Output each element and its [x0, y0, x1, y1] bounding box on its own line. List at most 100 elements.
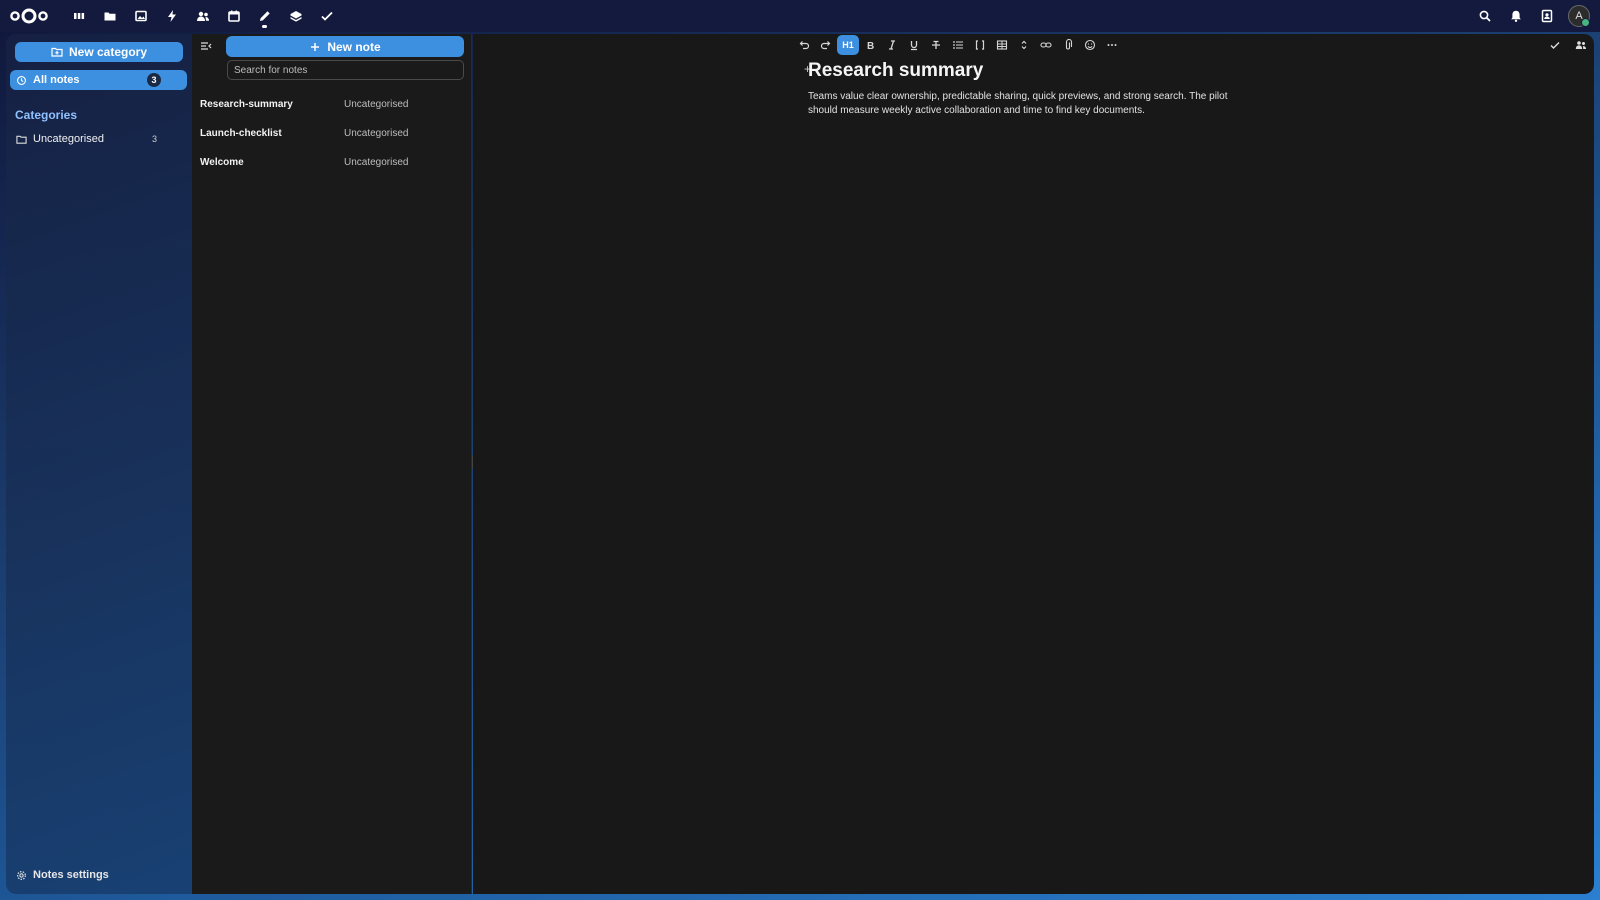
note-list-item[interactable]: Launch-checklist Uncategorised — [200, 121, 464, 145]
emoji-button[interactable] — [1079, 35, 1101, 55]
bolt-icon — [167, 10, 176, 22]
folder-icon — [16, 135, 27, 144]
activity-app[interactable] — [156, 0, 187, 32]
undo-icon — [799, 41, 810, 50]
redo-icon — [820, 41, 831, 50]
bell-icon — [1510, 10, 1521, 22]
users-icon — [1575, 41, 1586, 49]
editor-status-icons — [1542, 34, 1594, 56]
stack-icon — [290, 11, 301, 22]
heading-button[interactable]: H1 — [837, 35, 859, 55]
bold-button[interactable]: B — [859, 35, 881, 55]
table-icon — [996, 40, 1008, 50]
notes-settings-label: Notes settings — [33, 869, 109, 881]
note-editor: H1 B + Research summary Teams value clea… — [473, 34, 1594, 894]
address-book-icon — [1541, 9, 1552, 23]
contacts-icon — [196, 11, 209, 21]
svg-text:B: B — [867, 41, 874, 51]
saved-status-button[interactable] — [1542, 35, 1568, 55]
note-title: Research-summary — [200, 98, 293, 110]
table-button[interactable] — [991, 35, 1013, 55]
nextcloud-logo-icon[interactable] — [9, 6, 49, 26]
category-label: Uncategorised — [33, 133, 104, 145]
category-count: 3 — [151, 134, 157, 144]
redo-button[interactable] — [815, 35, 837, 55]
new-category-label: New category — [68, 45, 148, 59]
collapse-button[interactable] — [1013, 35, 1035, 55]
files-app[interactable] — [94, 0, 125, 32]
photos-app[interactable] — [125, 0, 156, 32]
note-title: Launch-checklist — [200, 127, 282, 139]
app-menu — [63, 0, 342, 32]
image-icon — [134, 10, 147, 22]
notifications-button[interactable] — [1500, 0, 1531, 32]
search-notes-input[interactable] — [227, 60, 464, 80]
unified-search-button[interactable] — [1469, 0, 1500, 32]
note-category: Uncategorised — [344, 156, 409, 168]
check-icon — [1550, 42, 1560, 49]
all-notes-item[interactable]: All notes 3 — [10, 70, 187, 90]
folder-icon — [104, 12, 115, 21]
new-note-button[interactable]: New note — [226, 36, 464, 57]
italic-button[interactable] — [881, 35, 903, 55]
underline-icon — [910, 41, 918, 51]
notes-app[interactable] — [249, 0, 280, 32]
top-bar: A — [0, 0, 1600, 32]
unfold-icon — [1021, 40, 1027, 50]
contacts-menu-button[interactable] — [1531, 0, 1562, 32]
calendar-app[interactable] — [218, 0, 249, 32]
note-heading[interactable]: Research summary — [808, 60, 983, 82]
deck-app[interactable] — [280, 0, 311, 32]
code-block-button[interactable] — [969, 35, 991, 55]
folder-plus-icon — [51, 47, 63, 57]
bullet-list-button[interactable] — [947, 35, 969, 55]
strikethrough-icon — [932, 40, 940, 49]
notes-settings-button[interactable]: Notes settings — [16, 869, 109, 881]
gear-icon — [17, 870, 26, 880]
formatting-toolbar: H1 B — [793, 34, 1123, 56]
more-actions-button[interactable] — [1101, 35, 1123, 55]
note-category: Uncategorised — [344, 98, 409, 110]
italic-icon — [889, 40, 895, 50]
app-navigation: New category All notes 3 Categories Unca… — [6, 34, 192, 894]
bold-icon: B — [867, 41, 874, 51]
new-category-button[interactable]: New category — [15, 42, 183, 62]
user-avatar[interactable]: A — [1568, 5, 1590, 27]
all-notes-count-badge: 3 — [147, 73, 161, 87]
top-right-menu: A — [1469, 0, 1600, 32]
avatar-initial: A — [1575, 10, 1583, 22]
note-list-item[interactable]: Welcome Uncategorised — [200, 150, 464, 174]
heading-button-label: H1 — [842, 40, 854, 50]
sessions-button[interactable] — [1568, 35, 1594, 55]
all-notes-label: All notes — [33, 74, 80, 86]
new-note-label: New note — [327, 39, 381, 54]
tasks-app[interactable] — [311, 0, 342, 32]
note-category: Uncategorised — [344, 127, 409, 139]
dashboard-icon — [73, 13, 84, 19]
code-brackets-icon — [975, 40, 985, 50]
calendar-icon — [227, 10, 240, 22]
paperclip-icon — [1065, 39, 1073, 50]
emoji-icon — [1084, 39, 1096, 51]
plus-icon — [311, 42, 320, 51]
note-list-item[interactable]: Research-summary Uncategorised — [200, 92, 464, 116]
underline-button[interactable] — [903, 35, 925, 55]
undo-button[interactable] — [793, 35, 815, 55]
toggle-navigation-button[interactable] — [200, 40, 216, 56]
more-icon — [1107, 44, 1117, 46]
attachment-button[interactable] — [1057, 35, 1079, 55]
category-item-uncategorised[interactable]: Uncategorised 3 — [10, 129, 187, 149]
dashboard-app[interactable] — [63, 0, 94, 32]
strikethrough-button[interactable] — [925, 35, 947, 55]
categories-heading: Categories — [15, 108, 78, 122]
contacts-app[interactable] — [187, 0, 218, 32]
list-icon — [953, 41, 963, 49]
notes-list-panel: New note Research-summary Uncategorised … — [192, 34, 472, 894]
menu-collapse-icon — [201, 42, 212, 50]
check-icon — [320, 11, 333, 21]
note-paragraph[interactable]: Teams value clear ownership, predictable… — [808, 90, 1258, 118]
note-title: Welcome — [200, 156, 244, 168]
history-icon — [17, 75, 26, 85]
link-button[interactable] — [1035, 35, 1057, 55]
pencil-icon — [259, 11, 270, 21]
